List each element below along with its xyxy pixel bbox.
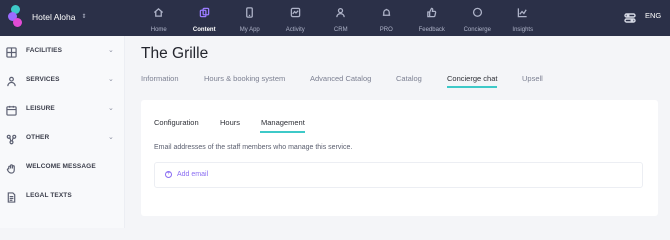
main-nav: Home Content My App Activity CRM PRO Fee… <box>136 0 546 36</box>
sidebar-item-label: LEISURE <box>26 104 55 112</box>
nav-crm-label: CRM <box>333 27 348 33</box>
subtab-hours[interactable]: Hours <box>220 118 240 127</box>
subtab-configuration[interactable]: Configuration <box>154 118 199 127</box>
nav-activity[interactable]: Activity <box>273 0 319 36</box>
tab-catalog[interactable]: Catalog <box>396 74 422 83</box>
activity-icon <box>290 5 301 23</box>
chevron-down-icon: ⌄ <box>108 76 114 83</box>
nav-pro-label: PRO <box>379 27 393 33</box>
chat-icon <box>472 5 483 23</box>
nav-my-app-label: My App <box>239 27 260 33</box>
management-description: Email addresses of the staff members who… <box>154 144 353 151</box>
tab-hours-booking-system[interactable]: Hours & booking system <box>204 74 285 83</box>
phone-icon <box>244 5 255 23</box>
nav-my-app[interactable]: My App <box>227 0 273 36</box>
subtab-management[interactable]: Management <box>261 118 305 127</box>
active-tab-indicator <box>447 86 497 88</box>
settings-sliders-icon[interactable] <box>624 11 636 23</box>
chevron-down-icon: ⌄ <box>108 105 114 112</box>
chevron-down-icon: ⌄ <box>108 47 114 54</box>
add-email-button[interactable]: + Add email <box>165 171 208 178</box>
person-icon <box>6 74 17 86</box>
sidebar-item-label: OTHER <box>26 133 50 141</box>
nav-crm[interactable]: CRM <box>318 0 364 36</box>
nav-content[interactable]: Content <box>182 0 228 36</box>
app-logo <box>8 5 24 27</box>
nav-activity-label: Activity <box>285 27 305 33</box>
nav-insights-label: Insights <box>512 27 534 33</box>
sidebar-item-services[interactable]: SERVICES ⌄ <box>0 65 125 93</box>
nav-pro[interactable]: PRO <box>364 0 410 36</box>
nav-feedback-label: Feedback <box>418 27 445 33</box>
hotel-switch-caret-icon: ⇕ <box>81 14 87 20</box>
language-selector[interactable]: ENG <box>645 11 661 20</box>
sidebar-item-facilities[interactable]: FACILITIES ⌄ <box>0 36 125 64</box>
hotel-name: Hotel Aloha <box>32 11 76 22</box>
chart-icon <box>517 5 528 23</box>
sidebar-item-label: FACILITIES <box>26 46 63 54</box>
content-icon <box>199 5 210 23</box>
nav-insights[interactable]: Insights <box>500 0 546 36</box>
nav-home-label: Home <box>150 27 167 33</box>
document-icon <box>6 190 17 203</box>
hotel-switcher[interactable]: Hotel Aloha ⇕ <box>8 5 87 27</box>
tab-concierge-chat[interactable]: Concierge chat <box>447 74 497 83</box>
nav-concierge-label: Concierge <box>463 27 491 33</box>
add-email-label: Add email <box>177 171 209 178</box>
tab-advanced-catalog[interactable]: Advanced Catalog <box>310 74 371 83</box>
sidebar-item-legal-texts[interactable]: LEGAL TEXTS <box>0 181 125 209</box>
users-icon <box>335 5 346 23</box>
nav-content-label: Content <box>192 27 216 33</box>
sidebar-item-label: WELCOME MESSAGE <box>26 162 96 170</box>
sidebar-item-other[interactable]: OTHER ⌄ <box>0 123 125 151</box>
chevron-down-icon: ⌄ <box>108 134 114 141</box>
concierge-chat-card: Configuration Hours Management Email add… <box>141 100 658 216</box>
active-subtab-indicator <box>260 131 305 133</box>
home-icon <box>153 5 164 23</box>
sidebar-item-leisure[interactable]: LEISURE ⌄ <box>0 94 125 122</box>
bell-icon <box>381 5 392 23</box>
sidebar-item-label: LEGAL TEXTS <box>26 191 72 199</box>
nav-feedback[interactable]: Feedback <box>409 0 455 36</box>
nav-home[interactable]: Home <box>136 0 182 36</box>
sidebar: FACILITIES ⌄ SERVICES ⌄ LEISURE ⌄ OTHER … <box>0 36 125 228</box>
hand-icon <box>6 161 17 174</box>
calendar-icon <box>6 103 17 116</box>
tab-information[interactable]: Information <box>141 74 179 83</box>
thumbs-up-icon <box>426 5 437 23</box>
page-title: The Grille <box>141 45 209 62</box>
sidebar-item-label: SERVICES <box>26 75 60 83</box>
nav-concierge[interactable]: Concierge <box>455 0 501 36</box>
grid-icon <box>6 45 17 58</box>
nodes-icon <box>6 132 17 144</box>
top-bar: Hotel Aloha ⇕ Home Content My App Activi… <box>0 0 670 36</box>
tab-upsell[interactable]: Upsell <box>522 74 543 83</box>
email-list-box: + Add email <box>154 162 643 188</box>
plus-circle-icon: + <box>165 171 172 178</box>
sidebar-item-welcome-message[interactable]: WELCOME MESSAGE <box>0 152 125 180</box>
